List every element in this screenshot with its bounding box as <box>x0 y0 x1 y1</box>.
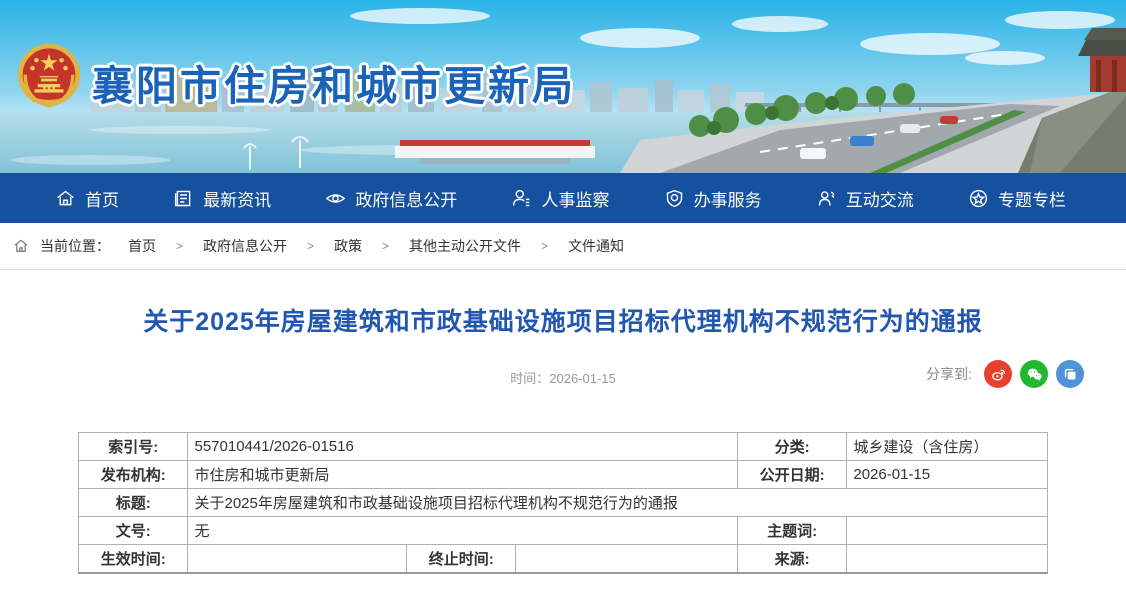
breadcrumb: 当前位置： 首页 > 政府信息公开 > 政策 > 其他主动公开文件 > 文件通知 <box>0 223 1126 270</box>
breadcrumb-item-doc-notice[interactable]: 文件通知 <box>568 236 624 256</box>
breadcrumb-item-gov-info[interactable]: 政府信息公开 <box>203 236 287 256</box>
copy-link-icon <box>1062 366 1079 383</box>
nav-item-personnel[interactable]: 人事监察 <box>511 186 609 211</box>
source-label: 来源: <box>737 545 846 573</box>
source-value <box>847 545 1048 573</box>
publish-date-label: 公开日期: <box>737 461 846 489</box>
table-row: 生效时间: 终止时间: 来源: <box>79 545 1048 573</box>
person-icon <box>511 188 532 209</box>
breadcrumb-item-policy[interactable]: 政策 <box>334 236 362 256</box>
breadcrumb-item-home[interactable]: 首页 <box>128 236 156 256</box>
index-number-value: 557010441/2026-01516 <box>188 433 737 461</box>
breadcrumb-separator: > <box>176 239 183 253</box>
breadcrumb-separator: > <box>382 239 389 253</box>
nav-item-label: 办事服务 <box>694 186 762 211</box>
category-value: 城乡建设（含住房） <box>847 433 1048 461</box>
nav-item-interaction[interactable]: 互动交流 <box>816 186 914 211</box>
page-title: 关于2025年房屋建筑和市政基础设施项目招标代理机构不规范行为的通报 <box>0 302 1126 338</box>
nav-item-gov-info[interactable]: 政府信息公开 <box>325 186 457 211</box>
star-icon <box>968 188 989 209</box>
national-emblem-logo <box>16 40 82 124</box>
table-row: 标题: 关于2025年房屋建筑和市政基础设施项目招标代理机构不规范行为的通报 <box>79 489 1048 517</box>
share-copy-button[interactable] <box>1056 360 1084 388</box>
breadcrumb-separator: > <box>541 239 548 253</box>
share-weibo-button[interactable] <box>984 360 1012 388</box>
main-nav: 首页 最新资讯 政府信息公开 人事监察 办事服务 互动交流 专题专栏 <box>0 173 1126 223</box>
doc-title-value: 关于2025年房屋建筑和市政基础设施项目招标代理机构不规范行为的通报 <box>188 489 1048 517</box>
news-icon <box>173 188 194 209</box>
nav-item-label: 人事监察 <box>541 186 609 211</box>
weibo-icon <box>990 366 1007 383</box>
effective-date-value <box>188 545 407 573</box>
breadcrumb-item-other-open-docs[interactable]: 其他主动公开文件 <box>409 236 521 256</box>
shield-icon <box>664 188 685 209</box>
table-row: 文号: 无 主题词: <box>79 517 1048 545</box>
publish-time-label: 时间： <box>510 371 549 386</box>
doc-number-label: 文号: <box>79 517 188 545</box>
category-label: 分类: <box>737 433 846 461</box>
chat-people-icon <box>816 188 837 209</box>
doc-title-label: 标题: <box>79 489 188 517</box>
table-row: 发布机构: 市住房和城市更新局 公开日期: 2026-01-15 <box>79 461 1048 489</box>
home-icon <box>55 188 76 209</box>
effective-date-label: 生效时间: <box>79 545 188 573</box>
expiry-date-value <box>515 545 737 573</box>
nav-item-label: 互动交流 <box>846 186 914 211</box>
share-label: 分享到: <box>926 364 972 384</box>
home-icon <box>12 237 30 255</box>
nav-item-news[interactable]: 最新资讯 <box>173 186 271 211</box>
site-title: 襄阳市住房和城市更新局 <box>92 52 576 112</box>
publish-date-value: 2026-01-15 <box>847 461 1048 489</box>
index-number-label: 索引号: <box>79 433 188 461</box>
nav-item-label: 专题专栏 <box>998 186 1066 211</box>
article-meta-row: 时间：2026-01-15 分享到: <box>0 360 1126 392</box>
expiry-date-label: 终止时间: <box>407 545 516 573</box>
table-row: 索引号: 557010441/2026-01516 分类: 城乡建设（含住房） <box>79 433 1048 461</box>
publisher-label: 发布机构: <box>79 461 188 489</box>
nav-item-special-topics[interactable]: 专题专栏 <box>968 186 1066 211</box>
site-banner: 襄阳市住房和城市更新局 <box>0 0 1126 173</box>
share-wechat-button[interactable] <box>1020 360 1048 388</box>
breadcrumb-label: 当前位置： <box>40 236 110 256</box>
nav-item-label: 政府信息公开 <box>355 186 457 211</box>
nav-item-label: 首页 <box>85 186 119 211</box>
document-meta-table: 索引号: 557010441/2026-01516 分类: 城乡建设（含住房） … <box>78 432 1048 574</box>
breadcrumb-separator: > <box>307 239 314 253</box>
share-bar: 分享到: <box>926 360 1084 388</box>
nav-item-label: 最新资讯 <box>203 186 271 211</box>
publisher-value: 市住房和城市更新局 <box>188 461 737 489</box>
keywords-label: 主题词: <box>737 517 846 545</box>
wechat-icon <box>1026 366 1043 383</box>
publish-time-value: 2026-01-15 <box>549 371 616 386</box>
doc-number-value: 无 <box>188 517 737 545</box>
keywords-value <box>847 517 1048 545</box>
nav-item-services[interactable]: 办事服务 <box>664 186 762 211</box>
nav-item-home[interactable]: 首页 <box>55 186 119 211</box>
eye-icon <box>325 188 346 209</box>
